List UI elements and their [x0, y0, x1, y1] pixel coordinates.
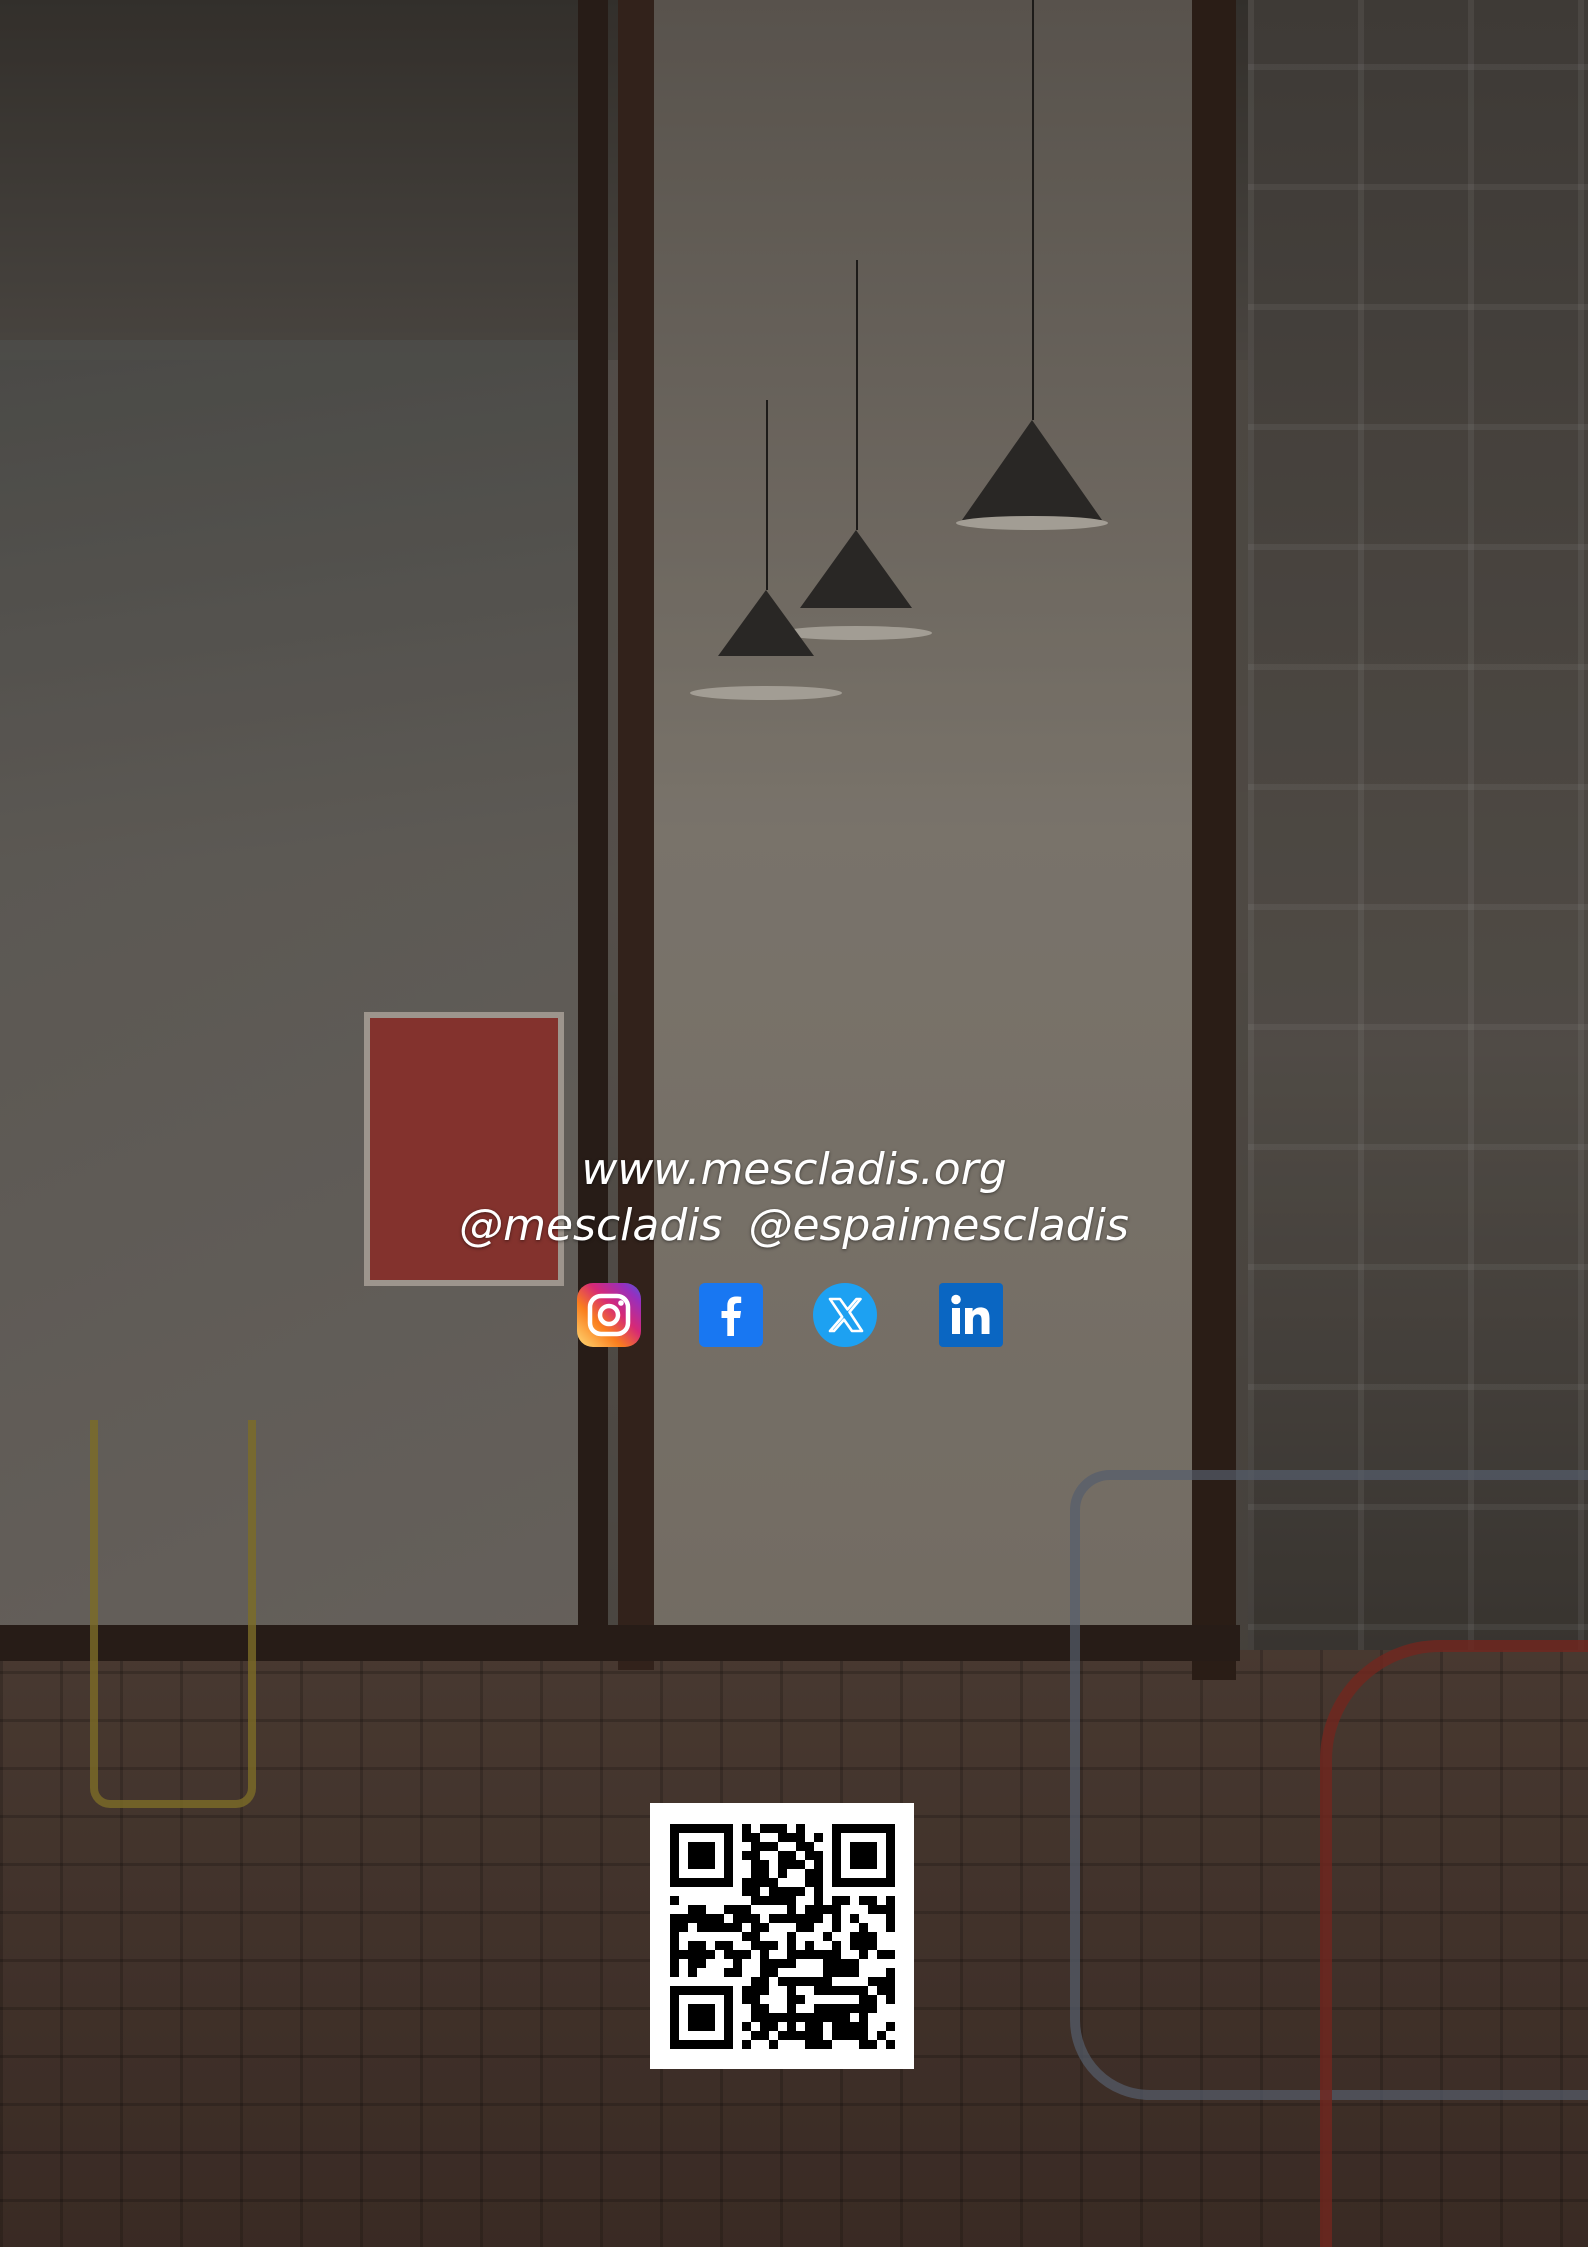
linkedin-icon[interactable] [938, 1282, 1004, 1348]
social-icons-row [0, 1282, 1588, 1348]
qr-code-pattern [670, 1824, 895, 2049]
x-twitter-icon[interactable] [812, 1282, 878, 1348]
social-handles: @mescladis @espaimescladis [0, 1196, 1588, 1256]
instagram-icon[interactable] [576, 1282, 642, 1348]
handle-espaimescladis[interactable]: @espaimescladis [748, 1200, 1128, 1251]
website-link[interactable]: www.mescladis.org [0, 1140, 1588, 1200]
qr-code[interactable] [650, 1803, 914, 2069]
contact-card: www.mescladis.org @mescladis @espaimescla… [0, 0, 1588, 2247]
facebook-icon[interactable] [698, 1282, 764, 1348]
handle-mescladis[interactable]: @mescladis [459, 1200, 722, 1251]
